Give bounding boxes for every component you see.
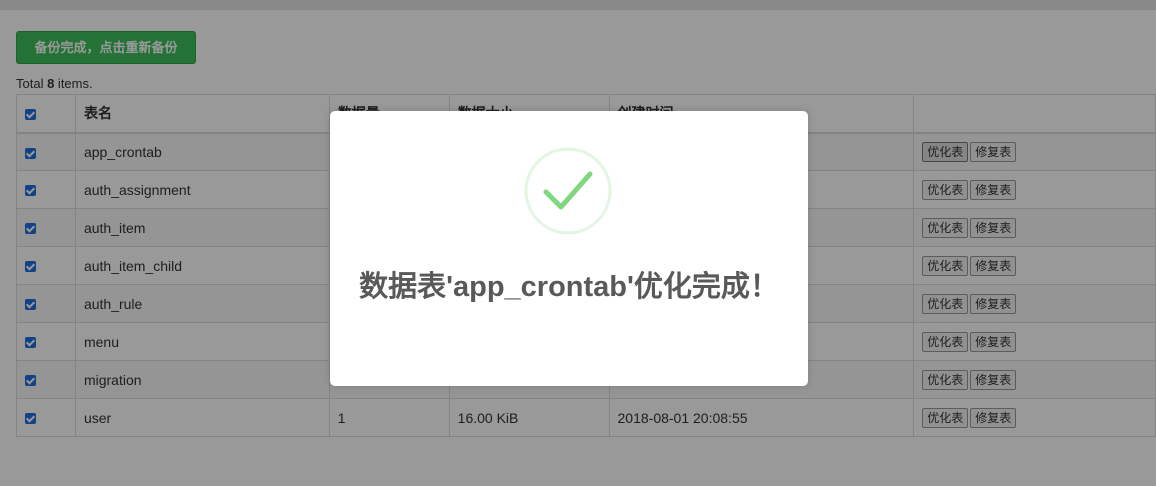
success-dialog: 数据表'app_crontab'优化完成！: [330, 111, 808, 386]
dialog-message: 数据表'app_crontab'优化完成！: [359, 271, 779, 303]
success-check-icon: [524, 147, 612, 235]
backup-page: 备份完成，点击重新备份 Total 8 items. 表名 数据量 数据大小 创…: [0, 0, 1156, 486]
